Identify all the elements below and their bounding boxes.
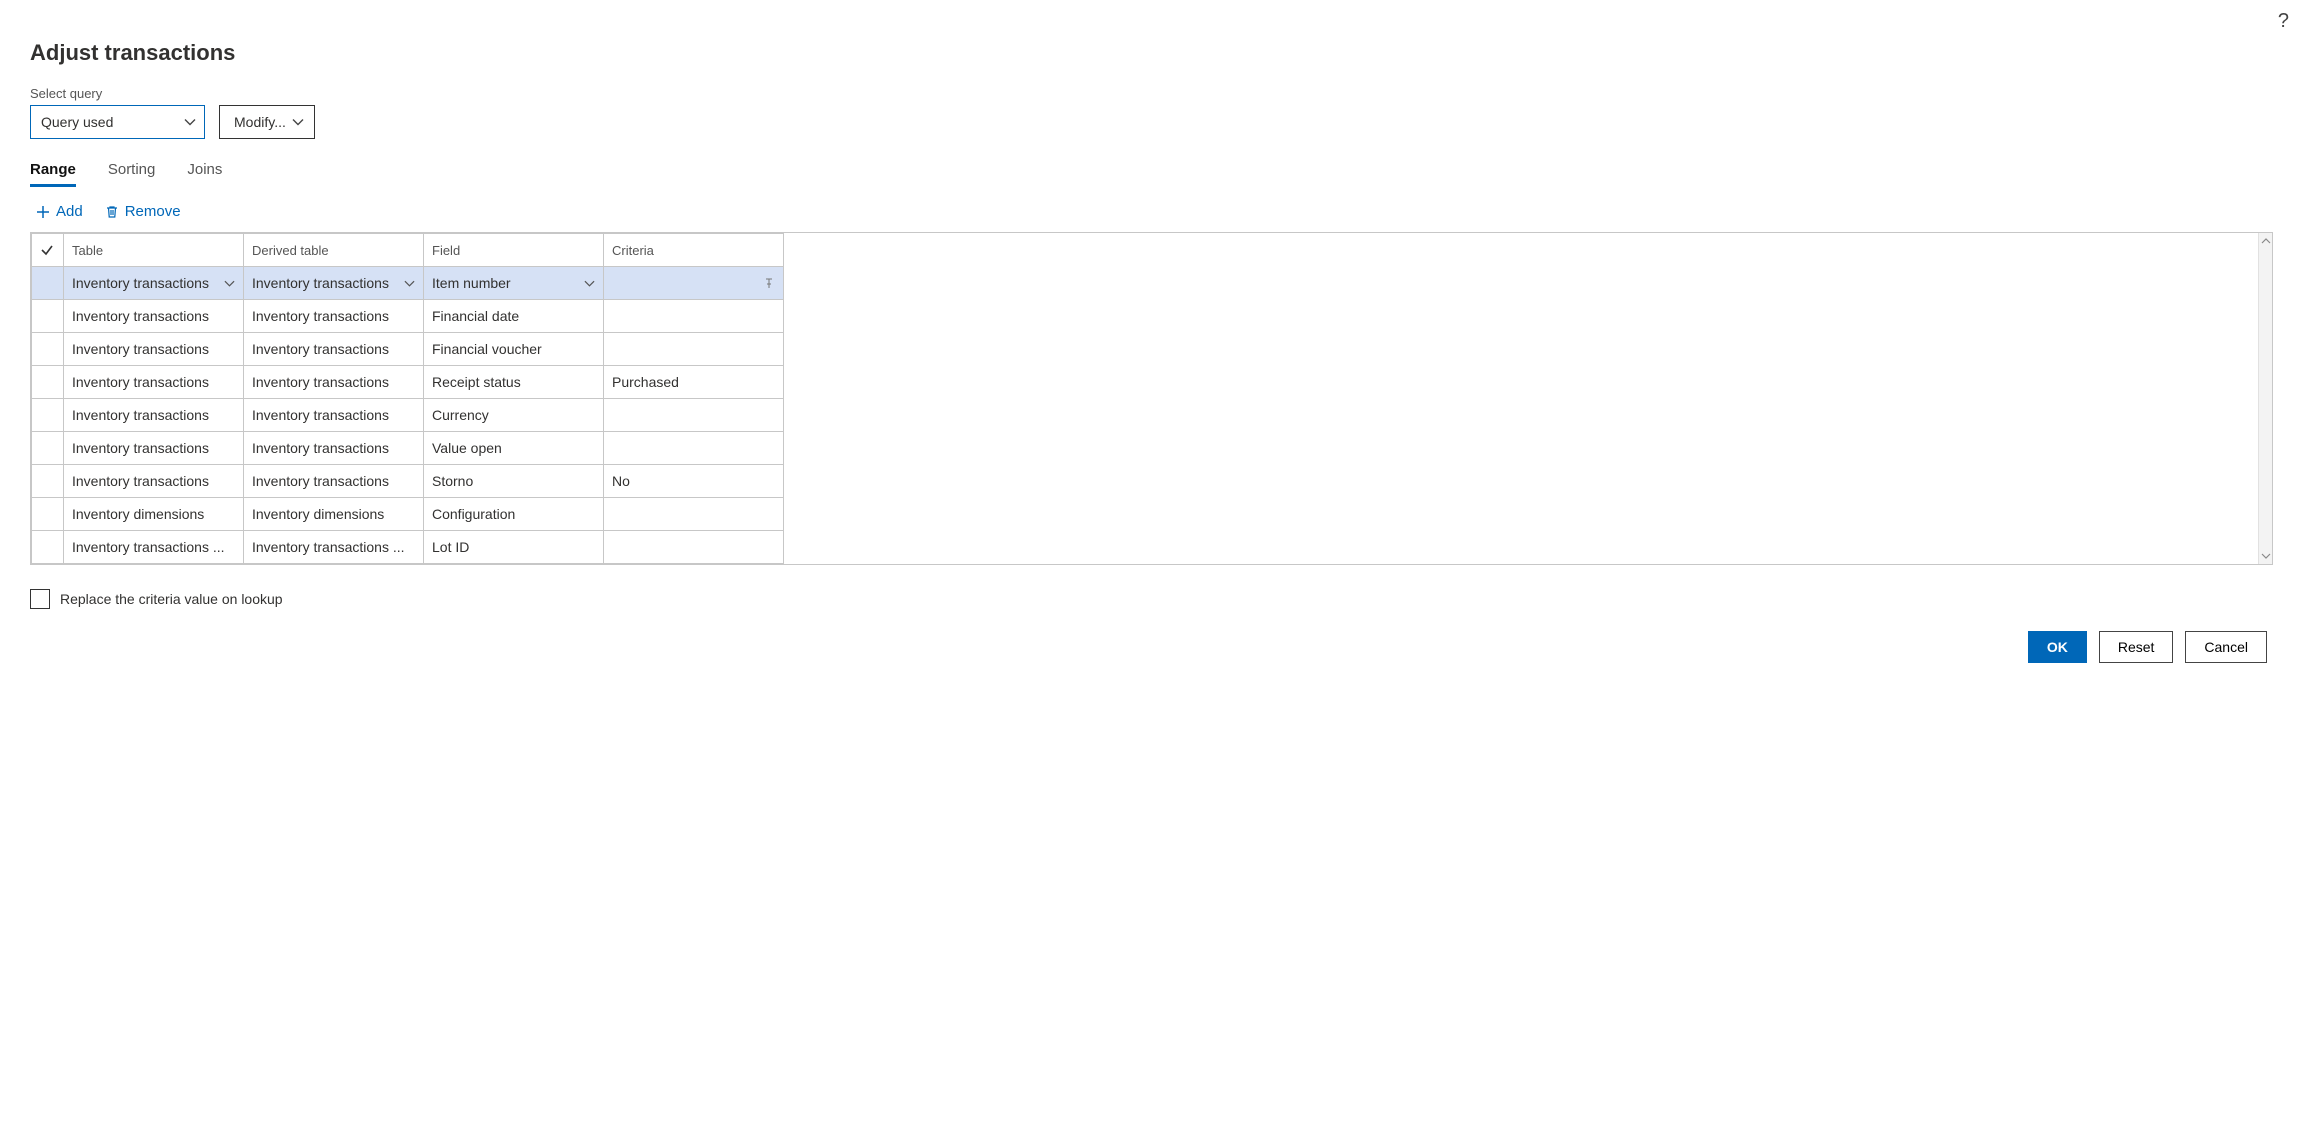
cell-derived[interactable]: Inventory transactions: [244, 333, 424, 366]
replace-criteria-checkbox[interactable]: [30, 589, 50, 609]
table-row[interactable]: Inventory transactionsInventory transact…: [32, 465, 784, 498]
cancel-button[interactable]: Cancel: [2185, 631, 2267, 663]
cell-table[interactable]: Inventory transactions: [64, 432, 244, 465]
table-row[interactable]: Inventory transactionsInventory transact…: [32, 333, 784, 366]
remove-label: Remove: [125, 203, 181, 220]
tab-range[interactable]: Range: [30, 161, 76, 187]
cell-criteria[interactable]: Purchased: [604, 366, 784, 399]
cell-table[interactable]: Inventory dimensions: [64, 498, 244, 531]
plus-icon: [36, 205, 50, 219]
modify-label: Modify...: [234, 114, 286, 130]
add-button[interactable]: Add: [34, 201, 85, 222]
select-all-header[interactable]: [32, 234, 64, 267]
chevron-down-icon: [224, 278, 235, 289]
range-grid: Table Derived table Field Criteria Inven…: [30, 232, 2273, 565]
modify-button[interactable]: Modify...: [219, 105, 315, 139]
scroll-down-icon: [2261, 551, 2271, 561]
cell-derived[interactable]: Inventory dimensions: [244, 498, 424, 531]
chevron-down-icon: [292, 116, 304, 128]
cell-derived[interactable]: Inventory transactions: [244, 432, 424, 465]
cell-derived[interactable]: Inventory transactions ...: [244, 531, 424, 564]
cell-field[interactable]: Financial voucher: [424, 333, 604, 366]
add-label: Add: [56, 203, 83, 220]
vertical-scrollbar[interactable]: [2258, 233, 2272, 564]
row-selector[interactable]: [32, 498, 64, 531]
cell-table[interactable]: Inventory transactions: [64, 300, 244, 333]
scroll-up-icon: [2261, 236, 2271, 246]
col-derived[interactable]: Derived table: [244, 234, 424, 267]
table-row[interactable]: Inventory transactionsInventory transact…: [32, 399, 784, 432]
cell-criteria[interactable]: [604, 267, 784, 300]
cell-derived[interactable]: Inventory transactions: [244, 465, 424, 498]
cell-table[interactable]: Inventory transactions ...: [64, 531, 244, 564]
cell-field[interactable]: Financial date: [424, 300, 604, 333]
replace-criteria-label: Replace the criteria value on lookup: [60, 591, 283, 607]
cell-criteria[interactable]: [604, 432, 784, 465]
reset-button[interactable]: Reset: [2099, 631, 2174, 663]
cell-table[interactable]: Inventory transactions: [64, 333, 244, 366]
cell-field[interactable]: Item number: [424, 267, 604, 300]
cell-field[interactable]: Value open: [424, 432, 604, 465]
cell-field[interactable]: Currency: [424, 399, 604, 432]
select-query-dropdown[interactable]: Query used: [30, 105, 205, 139]
select-query-value: Query used: [41, 114, 113, 130]
table-row[interactable]: Inventory transactionsInventory transact…: [32, 300, 784, 333]
row-selector[interactable]: [32, 399, 64, 432]
col-table[interactable]: Table: [64, 234, 244, 267]
tab-sorting[interactable]: Sorting: [108, 161, 156, 187]
select-query-label: Select query: [30, 86, 2273, 101]
cell-derived[interactable]: Inventory transactions: [244, 300, 424, 333]
cell-derived[interactable]: Inventory transactions: [244, 399, 424, 432]
cell-field[interactable]: Storno: [424, 465, 604, 498]
row-selector[interactable]: [32, 366, 64, 399]
cell-criteria[interactable]: [604, 300, 784, 333]
cell-criteria[interactable]: [604, 399, 784, 432]
criteria-lookup-icon[interactable]: [763, 277, 775, 289]
chevron-down-icon: [184, 116, 196, 128]
remove-button[interactable]: Remove: [103, 201, 183, 222]
table-row[interactable]: Inventory transactions ...Inventory tran…: [32, 531, 784, 564]
tab-joins[interactable]: Joins: [187, 161, 222, 187]
row-selector[interactable]: [32, 300, 64, 333]
cell-field[interactable]: Lot ID: [424, 531, 604, 564]
row-selector[interactable]: [32, 333, 64, 366]
tabs: Range Sorting Joins: [30, 161, 2273, 187]
col-field[interactable]: Field: [424, 234, 604, 267]
table-row[interactable]: Inventory transactionsInventory transact…: [32, 366, 784, 399]
col-criteria[interactable]: Criteria: [604, 234, 784, 267]
cell-criteria[interactable]: [604, 498, 784, 531]
row-selector[interactable]: [32, 432, 64, 465]
cell-table[interactable]: Inventory transactions: [64, 366, 244, 399]
cell-criteria[interactable]: [604, 531, 784, 564]
cell-derived[interactable]: Inventory transactions: [244, 366, 424, 399]
cell-criteria[interactable]: No: [604, 465, 784, 498]
cell-field[interactable]: Receipt status: [424, 366, 604, 399]
chevron-down-icon: [584, 278, 595, 289]
table-row[interactable]: Inventory dimensionsInventory dimensions…: [32, 498, 784, 531]
row-selector[interactable]: [32, 465, 64, 498]
page-title: Adjust transactions: [30, 40, 2273, 66]
row-selector[interactable]: [32, 531, 64, 564]
cell-criteria[interactable]: [604, 333, 784, 366]
cell-table[interactable]: Inventory transactions: [64, 465, 244, 498]
help-icon[interactable]: ?: [2278, 10, 2289, 33]
cell-table[interactable]: Inventory transactions: [64, 399, 244, 432]
ok-button[interactable]: OK: [2028, 631, 2087, 663]
trash-icon: [105, 205, 119, 219]
cell-field[interactable]: Configuration: [424, 498, 604, 531]
table-row[interactable]: Inventory transactionsInventory transact…: [32, 267, 784, 300]
chevron-down-icon: [404, 278, 415, 289]
row-selector[interactable]: [32, 267, 64, 300]
cell-derived[interactable]: Inventory transactions: [244, 267, 424, 300]
cell-table[interactable]: Inventory transactions: [64, 267, 244, 300]
table-row[interactable]: Inventory transactionsInventory transact…: [32, 432, 784, 465]
